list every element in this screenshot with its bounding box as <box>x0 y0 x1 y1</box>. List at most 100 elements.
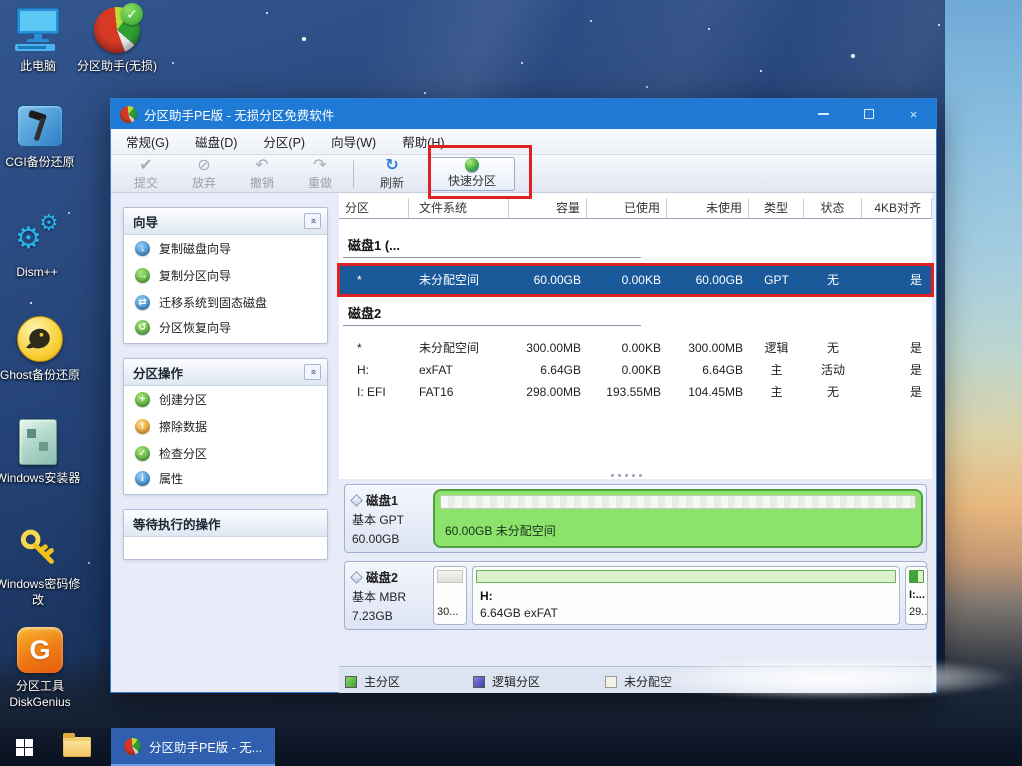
sidebar-item-label: 复制磁盘向导 <box>159 242 232 256</box>
sidebar-item-label: 属性 <box>159 472 184 486</box>
partition-recovery-icon: ↺ <box>135 320 150 335</box>
disk2-unallocated-segment[interactable]: 30... <box>433 566 467 625</box>
disk1-unallocated-segment[interactable]: 60.00GB 未分配空间 <box>433 489 923 548</box>
cell-filesystem: exFAT <box>419 363 453 377</box>
partition-ops-panel-header: 分区操作 « <box>124 359 327 386</box>
partition-assistant-icon <box>124 737 141 755</box>
legend-label: 主分区 <box>364 675 401 689</box>
gears-icon: ⚙ ⚙ <box>15 210 59 255</box>
file-explorer-button[interactable] <box>63 733 91 757</box>
close-icon: × <box>909 106 918 122</box>
maximize-icon <box>863 109 874 119</box>
column-used[interactable]: 已使用 <box>587 198 667 218</box>
wipe-data-icon: ! <box>135 419 150 434</box>
annotation-box-quick-partition <box>428 145 532 199</box>
desktop-icon-diskgenius[interactable]: G 分区工具DiskGenius <box>0 626 83 710</box>
titlebar[interactable]: 分区助手PE版 - 无损分区免费软件 × <box>111 99 936 129</box>
logical-partition-swatch <box>473 675 485 688</box>
taskbar-item-label: 分区助手PE版 - 无... <box>149 740 263 755</box>
cell-unused: 104.45MB <box>688 385 743 399</box>
desktop-icon-ghost-backup[interactable]: Ghost备份还原 <box>0 315 83 384</box>
pane-splitter-handle[interactable] <box>611 474 642 477</box>
sidebar-item-copy-partition-wizard[interactable]: → 复制分区向导 <box>124 262 327 289</box>
redo-label: 重做 <box>307 175 332 190</box>
menu-disk[interactable]: 磁盘(D) <box>190 130 242 153</box>
collapse-button[interactable]: « <box>304 364 321 380</box>
disk1-graph-block[interactable]: 磁盘1 基本 GPT 60.00GB 60.00GB 未分配空间 <box>344 484 927 553</box>
cell-filesystem: 未分配空间 <box>419 341 480 355</box>
taskbar-item-partition-assistant[interactable]: 分区助手PE版 - 无... <box>111 728 276 766</box>
menu-wizard[interactable]: 向导(W) <box>326 130 381 153</box>
disk2-graph-block[interactable]: 磁盘2 基本 MBR 7.23GB 30... H: 6.64GB exFAT … <box>344 561 928 630</box>
discard-icon: ⊘ <box>197 156 211 174</box>
segment-usage-strip <box>437 570 463 583</box>
column-unused[interactable]: 未使用 <box>667 198 749 218</box>
close-button[interactable]: × <box>891 99 936 129</box>
sidebar-item-properties[interactable]: i 属性 <box>124 467 327 494</box>
background-stars <box>0 0 2 2</box>
sidebar-item-label: 擦除数据 <box>159 420 208 434</box>
desktop-icon-partition-assistant[interactable]: 分区助手(无损) <box>74 3 160 75</box>
menu-partition[interactable]: 分区(P) <box>258 130 310 153</box>
cell-status: 活动 <box>820 363 845 377</box>
column-4kb-aligned[interactable]: 4KB对齐 <box>862 198 932 218</box>
cell-4kb-aligned: 是 <box>909 363 922 377</box>
minimize-button[interactable] <box>801 99 846 129</box>
table-row-disk2-unallocated[interactable]: * 未分配空间 300.00MB 0.00KB 300.00MB 逻辑 无 是 <box>339 337 932 359</box>
partition-ops-panel: 分区操作 « + 创建分区 ! 擦除数据 ✓ 检查分区 i 属性 <box>123 358 328 495</box>
legend-primary-partition: 主分区 <box>345 673 400 690</box>
desktop-icon-label: 分区工具DiskGenius <box>9 679 71 709</box>
key-icon <box>15 524 61 572</box>
desktop-icon-windows-password[interactable]: Windows密码修改 <box>0 524 81 608</box>
sidebar-item-label: 复制分区向导 <box>159 269 232 283</box>
sidebar-item-migrate-os-to-ssd[interactable]: ⇄ 迁移系统到固态磁盘 <box>124 289 327 316</box>
desktop-icon-label: CGI备份还原 <box>5 155 75 169</box>
window-title: 分区助手PE版 - 无损分区免费软件 <box>144 108 335 123</box>
disk2-drive-i-segment[interactable]: I:... 29... <box>905 566 928 625</box>
table-row-drive-i-efi[interactable]: I: EFI FAT16 298.00MB 193.55MB 104.45MB … <box>339 381 932 403</box>
column-capacity[interactable]: 容量 <box>509 198 587 218</box>
column-type[interactable]: 类型 <box>749 198 804 218</box>
pending-operations-panel: 等待执行的操作 <box>123 509 328 560</box>
redo-button[interactable]: ↷ 重做 <box>291 157 349 191</box>
collapse-button[interactable]: « <box>304 213 321 229</box>
sidebar-item-partition-recovery-wizard[interactable]: ↺ 分区恢复向导 <box>124 316 327 343</box>
cell-used: 193.55MB <box>606 385 661 399</box>
refresh-button[interactable]: ↻ 刷新 <box>363 157 421 191</box>
cell-used: 0.00KB <box>621 363 661 377</box>
ghost-icon <box>17 315 63 363</box>
app-icon <box>120 105 137 123</box>
sidebar-item-create-partition[interactable]: + 创建分区 <box>124 386 327 413</box>
sidebar-item-check-partition[interactable]: ✓ 检查分区 <box>124 440 327 467</box>
desktop-icon-cgi-backup[interactable]: CGI备份还原 <box>0 102 83 171</box>
undo-button[interactable]: ↶ 撤销 <box>233 157 291 191</box>
column-status[interactable]: 状态 <box>804 198 862 218</box>
legend-logical-partition: 逻辑分区 <box>473 673 540 690</box>
column-filesystem[interactable]: 文件系统 <box>409 198 509 218</box>
column-partition[interactable]: 分区 <box>339 198 409 218</box>
sidebar-item-label: 检查分区 <box>159 447 208 461</box>
undo-icon: ↶ <box>255 156 269 174</box>
disk2-drive-h-segment[interactable]: H: 6.64GB exFAT <box>472 566 900 625</box>
menu-general[interactable]: 常规(G) <box>121 130 174 153</box>
cell-partition: * <box>357 341 362 355</box>
commit-button[interactable]: ✔ 提交 <box>117 157 175 191</box>
sidebar-item-copy-disk-wizard[interactable]: ↓ 复制磁盘向导 <box>124 235 327 262</box>
disk1-usage-strip <box>440 495 916 509</box>
desktop-icon-label: Dism++ <box>16 265 58 279</box>
windows-logo-icon <box>15 738 33 756</box>
maximize-button[interactable] <box>846 99 891 129</box>
discard-button[interactable]: ⊘ 放弃 <box>175 157 233 191</box>
desktop-icon-this-pc[interactable]: 此电脑 <box>0 6 81 75</box>
wizard-panel-header: 向导 « <box>124 208 327 235</box>
disk2-scheme: 基本 MBR <box>352 590 407 605</box>
segment-label: 6.64GB exFAT <box>480 606 558 620</box>
desktop-icon-dism[interactable]: ⚙ ⚙ Dism++ <box>0 212 80 281</box>
disk2-group-underline <box>343 325 641 326</box>
table-row-drive-h[interactable]: H: exFAT 6.64GB 0.00KB 6.64GB 主 活动 是 <box>339 359 932 381</box>
sidebar-item-wipe-data[interactable]: ! 擦除数据 <box>124 413 327 440</box>
start-button[interactable] <box>0 728 48 766</box>
desktop-icon-windows-installer[interactable]: Windows安装器 <box>0 418 81 487</box>
copy-partition-icon: → <box>135 268 150 283</box>
disk2-info: 磁盘2 基本 MBR 7.23GB <box>350 569 432 626</box>
